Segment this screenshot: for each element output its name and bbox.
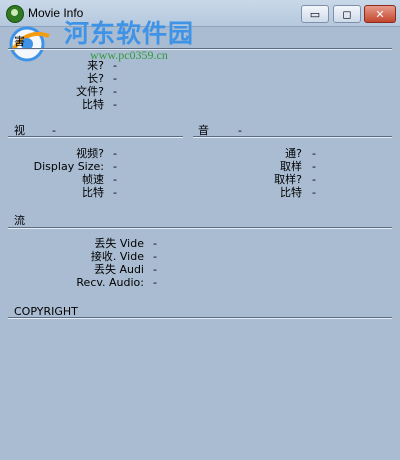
general-row: 比特 - [0,98,400,111]
minimize-button[interactable]: ▭ [301,5,329,23]
video-row: 比特 - [0,186,200,199]
row-label: 取样 [280,160,302,173]
video-row: 视频? - [0,147,200,160]
close-button[interactable]: ✕ [364,5,396,23]
audio-row: 比特 - [200,186,400,199]
row-label: Recv. Audio: [76,276,144,289]
video-row: Display Size: - [0,160,200,173]
watermark-title: 河东软件园 [64,19,195,48]
row-value: - [113,98,117,111]
row-label: 通? [285,147,302,160]
video-row: 帧速 - [0,173,200,186]
row-label: Display Size: [33,160,104,173]
row-label: 丢失 Vide [94,237,144,250]
row-value: - [153,237,157,250]
row-value: - [113,72,117,85]
row-label: 比特 [82,186,104,199]
general-row: 文件? - [0,85,400,98]
maximize-icon: ◻ [342,7,352,21]
general-section-title: 害 [14,35,25,48]
stream-separator [8,227,392,229]
row-value: - [113,59,117,72]
row-label: 比特 [280,186,302,199]
row-value: - [312,186,316,199]
row-label: 比特 [82,98,104,111]
video-separator [8,136,183,138]
row-value: - [113,147,117,160]
row-value: - [153,276,157,289]
maximize-button[interactable]: ◻ [333,5,361,23]
row-value: - [153,250,157,263]
row-value: - [312,173,316,186]
stream-section-title: 流 [14,214,25,227]
stream-row: 接收. Vide - [0,250,400,263]
audio-row: 通? - [200,147,400,160]
row-label: 长? [87,72,104,85]
row-label: 帧速 [82,173,104,186]
stream-row: 丢失 Vide - [0,237,400,250]
audio-row: 取样 - [200,160,400,173]
audio-separator [193,136,392,138]
stream-row: 丢失 Audi - [0,263,400,276]
general-row: 长? - [0,72,400,85]
row-value: - [153,263,157,276]
row-label: 丢失 Audi [93,263,144,276]
row-value: - [312,160,316,173]
row-label: 接收. Vide [90,250,144,263]
general-separator [8,48,392,50]
minimize-icon: ▭ [309,7,321,21]
general-row: 来? - [0,59,400,72]
copyright-separator [8,317,392,319]
row-value: - [113,186,117,199]
stream-row: Recv. Audio: - [0,276,400,289]
row-label: 文件? [76,85,104,98]
row-value: - [113,173,117,186]
row-value: - [312,147,316,160]
close-icon: ✕ [375,7,385,21]
audio-row: 取样? - [200,173,400,186]
row-label: 视频? [76,147,104,160]
row-value: - [113,85,117,98]
row-label: 来? [87,59,104,72]
row-value: - [113,160,117,173]
row-label: 取样? [274,173,302,186]
